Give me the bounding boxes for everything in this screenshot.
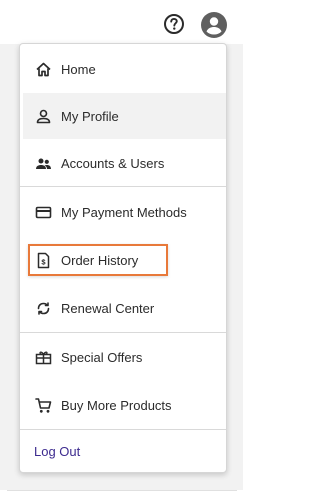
menu-item-label: My Profile [61, 108, 119, 124]
people-icon [35, 155, 52, 172]
home-icon [35, 61, 52, 78]
page-background-bottom [0, 490, 243, 501]
user-dropdown-menu: Home My Profile Accounts & Users My Paym… [19, 43, 227, 473]
menu-item-label: Home [61, 61, 96, 77]
person-icon [35, 108, 52, 125]
menu-item-home[interactable]: Home [20, 46, 226, 92]
renew-icon [35, 300, 52, 317]
menu-item-label: Renewal Center [61, 300, 155, 316]
menu-item-label: Accounts & Users [61, 155, 165, 171]
page: Home My Profile Accounts & Users My Paym… [0, 0, 243, 501]
menu-item-buy-more-products[interactable]: Buy More Products [20, 382, 226, 428]
gift-icon [35, 349, 52, 366]
account-circle-icon[interactable] [200, 11, 228, 39]
menu-item-label: Order History [61, 252, 139, 268]
menu-divider [20, 332, 226, 333]
menu-item-payment-methods[interactable]: My Payment Methods [20, 189, 226, 235]
menu-divider [20, 186, 226, 187]
menu-item-special-offers[interactable]: Special Offers [20, 334, 226, 380]
cart-icon [35, 397, 52, 414]
menu-item-renewal-center[interactable]: Renewal Center [20, 285, 226, 331]
menu-item-accounts-users[interactable]: Accounts & Users [20, 140, 226, 186]
receipt-icon: $ [35, 252, 52, 269]
menu-item-order-history[interactable]: $ Order History [20, 237, 226, 283]
menu-item-label: Special Offers [61, 349, 143, 365]
credit-card-icon [35, 204, 52, 221]
menu-item-label: Buy More Products [61, 397, 172, 413]
menu-item-my-profile[interactable]: My Profile [23, 93, 226, 139]
divider [7, 490, 237, 491]
svg-text:$: $ [41, 257, 46, 266]
logout-link[interactable]: Log Out [34, 444, 80, 459]
menu-item-label: My Payment Methods [61, 204, 187, 220]
menu-divider [20, 429, 226, 430]
help-circle-icon[interactable] [163, 13, 185, 35]
